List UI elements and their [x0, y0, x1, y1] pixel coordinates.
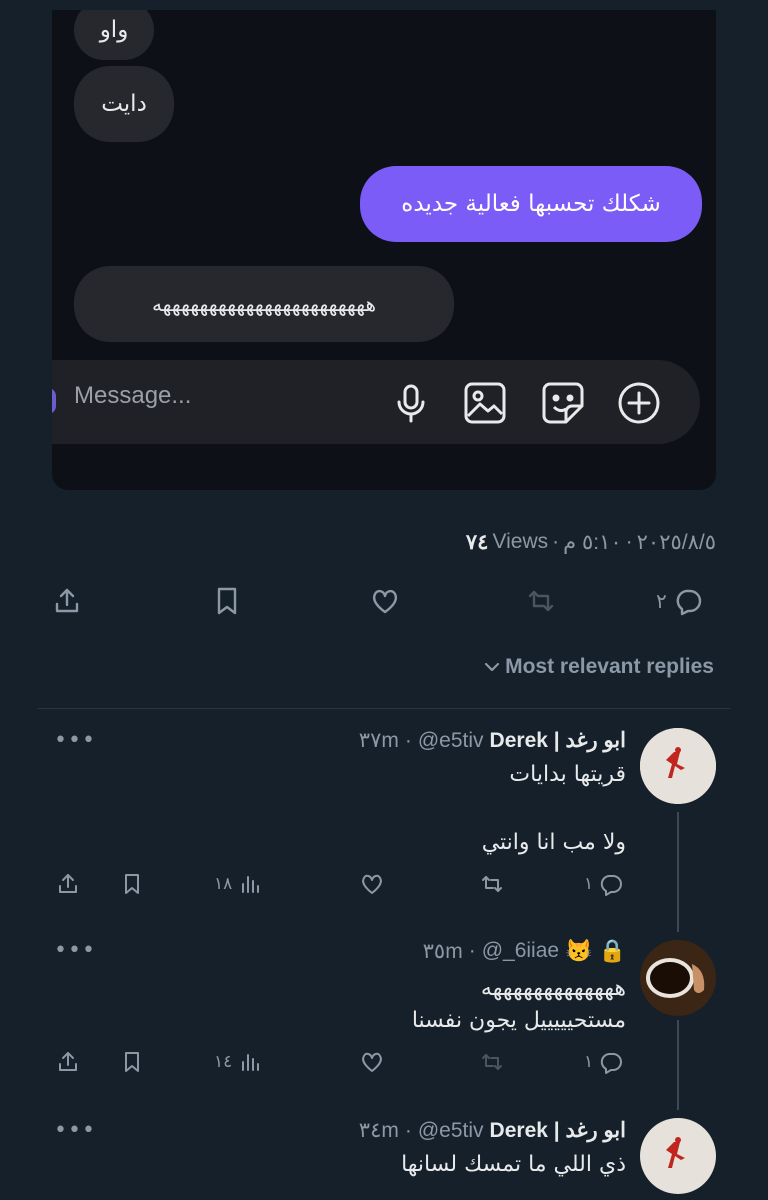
- analytics-icon: [242, 876, 260, 893]
- avatar[interactable]: [640, 1118, 716, 1194]
- views-button[interactable]: ١٨: [214, 872, 262, 896]
- message-bubble-received: هههههههههههههههههههههههه: [74, 266, 454, 342]
- more-options-button[interactable]: •••: [54, 728, 96, 753]
- tweet-time: ٥:١٠ م: [563, 531, 622, 554]
- avatar[interactable]: [640, 940, 716, 1016]
- heart-icon: [362, 874, 382, 894]
- reply-time: ٣٤m: [358, 1119, 399, 1142]
- reply-header: ٣٤m · @e5tiv ابو رغد | Derek: [359, 1118, 626, 1143]
- share-button[interactable]: [56, 1050, 80, 1074]
- image-icon[interactable]: [462, 380, 508, 426]
- retweet-button[interactable]: [480, 872, 504, 896]
- retweet-icon: [528, 590, 554, 612]
- avatar[interactable]: [640, 728, 716, 804]
- reply-handle[interactable]: @_6iiae: [482, 939, 559, 963]
- reply-button[interactable]: ٢: [656, 586, 703, 616]
- sticker-icon[interactable]: [540, 380, 586, 426]
- views-count: ٧٤: [465, 531, 489, 554]
- more-options-button[interactable]: •••: [54, 1118, 96, 1143]
- share-button[interactable]: [52, 586, 82, 616]
- views-label: Views: [492, 530, 549, 553]
- views-count: ١٤: [214, 1052, 233, 1072]
- separator-dot: ·: [404, 728, 412, 752]
- reply-header: ٣٥m · @_6iiae 😾 🔒: [423, 938, 626, 964]
- like-button[interactable]: [360, 872, 384, 896]
- message-bubble-received: واو: [74, 10, 154, 60]
- share-icon: [59, 1052, 77, 1071]
- message-bubble-sent: شكلك تحسبها فعالية جديده: [360, 166, 702, 242]
- message-input[interactable]: Message...: [74, 382, 191, 410]
- message-bubble-received: دايت: [74, 66, 174, 142]
- retweet-button[interactable]: [480, 1050, 504, 1074]
- analytics-icon: [242, 1054, 260, 1071]
- divider: [38, 708, 730, 709]
- bookmark-icon: [125, 1052, 139, 1072]
- tweet-meta: ٧٤ Views · ٥:١٠ م · ٢٠٢٥/٨/٥: [466, 530, 716, 555]
- views-count: ١٨: [214, 874, 233, 894]
- composer-accent: [52, 388, 56, 414]
- bookmark-button[interactable]: [120, 1050, 144, 1074]
- chevron-down-icon: [484, 662, 500, 672]
- reply-author-name[interactable]: ابو رغد | Derek: [490, 728, 626, 753]
- more-options-button[interactable]: •••: [54, 938, 96, 963]
- message-composer: Message...: [52, 360, 700, 444]
- heart-icon: [362, 1052, 382, 1072]
- share-icon: [59, 874, 77, 893]
- retweet-button[interactable]: [526, 586, 556, 616]
- retweet-icon: [482, 1054, 502, 1070]
- share-button[interactable]: [56, 872, 80, 896]
- separator-dot: ·: [404, 1118, 412, 1142]
- separator-dot: ·: [552, 530, 560, 553]
- chat-screenshot: واو دايت شكلك تحسبها فعالية جديده هههههه…: [52, 10, 716, 490]
- tweet-date: ٢٠٢٥/٨/٥: [636, 531, 716, 554]
- views-button[interactable]: ١٤: [214, 1050, 262, 1074]
- bookmark-icon: [125, 874, 139, 894]
- avatar-image: [640, 940, 716, 1016]
- reply-text: قريتها بدايات: [509, 762, 626, 787]
- reply-icon: [600, 875, 623, 896]
- reply-text: ذي اللي ما تمسك لسانها: [401, 1152, 626, 1177]
- plus-circle-icon[interactable]: [616, 380, 662, 426]
- reply-count: ١: [584, 1052, 594, 1072]
- reply-time: ٣٧m: [358, 729, 399, 752]
- replies-sort-selector[interactable]: Most relevant replies: [483, 655, 714, 679]
- reply-button[interactable]: ١: [584, 872, 623, 896]
- reply-icon: [600, 1053, 623, 1074]
- reply-count: ٢: [656, 589, 667, 613]
- avatar-image: [640, 728, 716, 804]
- avatar-image: [640, 1118, 716, 1194]
- reply-icon: [676, 589, 701, 616]
- reply-author-name[interactable]: ابو رغد | Derek: [490, 1118, 626, 1143]
- thread-line: [677, 812, 679, 932]
- mic-icon[interactable]: [388, 380, 434, 426]
- reply-time: ٣٥m: [422, 939, 463, 963]
- bookmark-button[interactable]: [212, 586, 242, 616]
- like-button[interactable]: [360, 1050, 384, 1074]
- reply-author-name[interactable]: 😾 🔒: [565, 938, 626, 964]
- bookmark-icon: [217, 587, 237, 615]
- reply-text: هههههههههههههه: [480, 976, 626, 1001]
- reply-text: ولا مب انا وانتي: [481, 830, 626, 855]
- thread-line: [677, 1020, 679, 1110]
- share-icon: [55, 588, 79, 613]
- like-button[interactable]: [370, 586, 400, 616]
- reply-button[interactable]: ١: [584, 1050, 623, 1074]
- reply-count: ١: [584, 874, 594, 894]
- bookmark-button[interactable]: [120, 872, 144, 896]
- reply-text: مستحيييييل يجون نفسنا: [411, 1008, 626, 1033]
- retweet-icon: [482, 876, 502, 892]
- reply-header: ٣٧m · @e5tiv ابو رغد | Derek: [359, 728, 626, 753]
- separator-dot: ·: [625, 530, 633, 553]
- separator-dot: ·: [468, 939, 476, 962]
- heart-icon: [372, 589, 398, 614]
- reply-handle[interactable]: @e5tiv: [418, 1119, 484, 1143]
- reply-handle[interactable]: @e5tiv: [418, 729, 484, 753]
- sort-label: Most relevant replies: [505, 655, 714, 678]
